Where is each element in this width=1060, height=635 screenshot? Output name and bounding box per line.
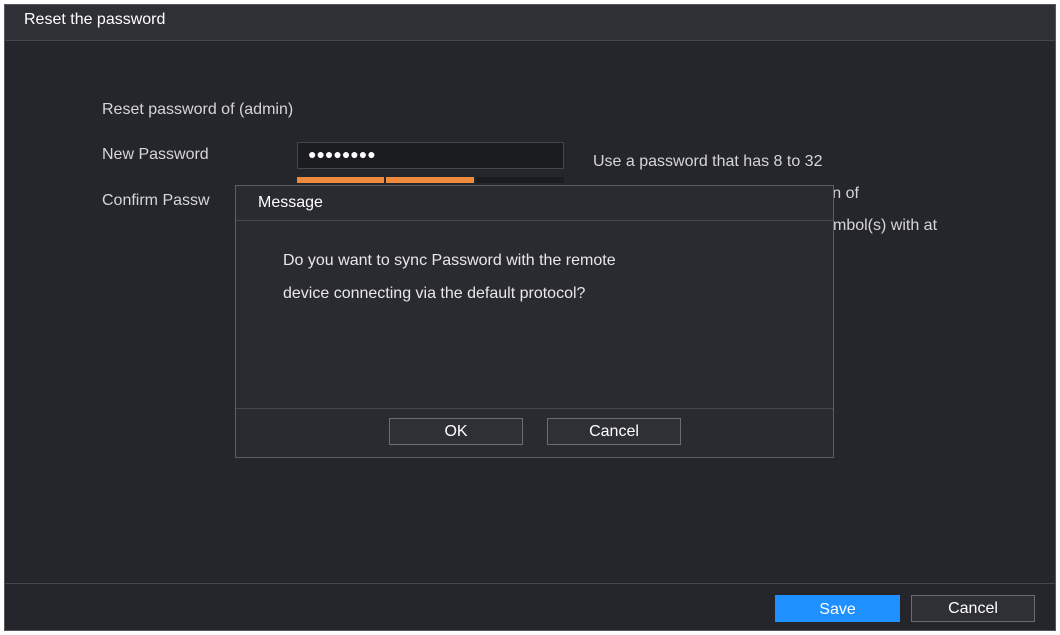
save-button[interactable]: Save — [775, 595, 900, 622]
title-bar: Reset the password — [5, 5, 1055, 41]
reset-user-label: Reset password of (admin) — [102, 101, 294, 118]
dialog-header: Message — [236, 186, 833, 221]
dialog-message-line-2: device connecting via the default protoc… — [283, 285, 586, 302]
dialog-title: Message — [258, 194, 323, 211]
dialog-message: Do you want to sync Password with the re… — [283, 244, 803, 310]
reset-password-window: Reset the password Reset password of (ad… — [4, 4, 1056, 631]
confirm-password-label: Confirm Passw — [102, 192, 210, 209]
dialog-message-line-1: Do you want to sync Password with the re… — [283, 252, 616, 269]
strength-bar-segment-3 — [476, 177, 564, 183]
strength-bar-segment-2 — [386, 177, 474, 183]
hint-line-1: Use a password that has 8 to 32 — [593, 153, 823, 170]
dialog-ok-button[interactable]: OK — [389, 418, 523, 445]
dialog-divider — [236, 408, 833, 409]
footer-divider — [5, 583, 1055, 584]
dialog-cancel-button[interactable]: Cancel — [547, 418, 681, 445]
window-title: Reset the password — [24, 11, 166, 28]
strength-bar-segment-1 — [297, 177, 384, 183]
message-dialog: Message Do you want to sync Password wit… — [235, 185, 834, 458]
new-password-field[interactable]: ●●●●●●●● — [297, 142, 564, 169]
new-password-label: New Password — [102, 146, 209, 163]
new-password-value: ●●●●●●●● — [308, 146, 376, 162]
cancel-button[interactable]: Cancel — [911, 595, 1035, 622]
